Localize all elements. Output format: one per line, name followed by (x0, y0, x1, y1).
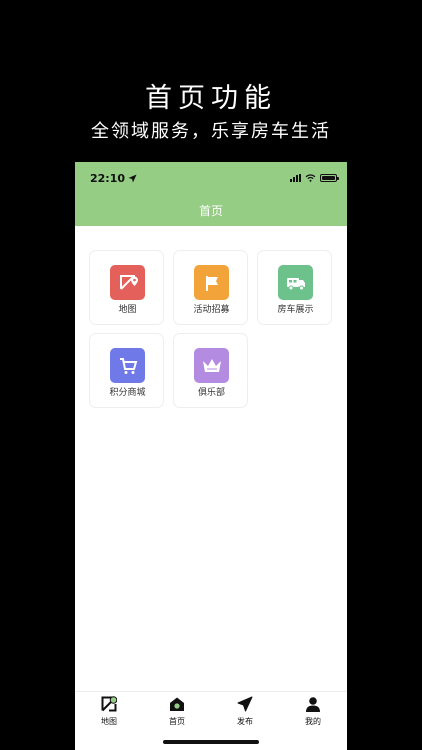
feature-label: 地图 (118, 305, 137, 315)
tab-label: 首页 (169, 717, 185, 726)
feature-label: 房车展示 (277, 305, 314, 315)
status-icons (290, 174, 339, 182)
phone-screen: 22:10 首页 地图 活动招募 房车展示 积分商城 俱乐部 地图 首页 发布 … (75, 162, 347, 750)
flag-icon (194, 265, 229, 300)
home-indicator[interactable] (163, 740, 259, 744)
feature-label: 活动招募 (193, 305, 230, 315)
page-title: 首页 (198, 204, 223, 218)
promo-subtitle: 全领域服务，乐享房车生活 (91, 121, 331, 142)
profile-icon (306, 697, 320, 712)
wifi-icon (305, 174, 316, 182)
tab-label: 我的 (305, 717, 321, 726)
battery-icon (320, 174, 339, 182)
feature-label: 俱乐部 (197, 388, 225, 398)
tab-publish[interactable]: 发布 (211, 696, 279, 730)
tab-label: 地图 (101, 717, 117, 726)
home-icon (170, 697, 184, 711)
tab-map[interactable]: 地图 (75, 696, 143, 730)
feature-points-mall[interactable]: 积分商城 (89, 333, 164, 408)
shopping-cart-icon (110, 348, 145, 383)
status-time-group: 22:10 (90, 172, 137, 185)
feature-club[interactable]: 俱乐部 (173, 333, 248, 408)
feature-rv-showcase[interactable]: 房车展示 (257, 250, 332, 325)
tab-home[interactable]: 首页 (143, 696, 211, 730)
tab-profile[interactable]: 我的 (279, 696, 347, 730)
feature-label: 积分商城 (109, 388, 146, 398)
status-bar: 22:10 (75, 162, 347, 198)
map-pin-icon (110, 265, 145, 300)
tab-label: 发布 (237, 717, 253, 726)
feature-map[interactable]: 地图 (89, 250, 164, 325)
rv-truck-icon (278, 265, 313, 300)
cellular-signal-icon (290, 174, 301, 182)
map-icon (101, 696, 117, 712)
send-icon (237, 696, 253, 712)
promo-title: 首页功能 (145, 83, 277, 114)
feature-activity-recruit[interactable]: 活动招募 (173, 250, 248, 325)
location-arrow-icon (128, 174, 137, 183)
crown-icon (194, 348, 229, 383)
status-time: 22:10 (90, 172, 126, 185)
nav-header: 首页 (75, 198, 347, 226)
